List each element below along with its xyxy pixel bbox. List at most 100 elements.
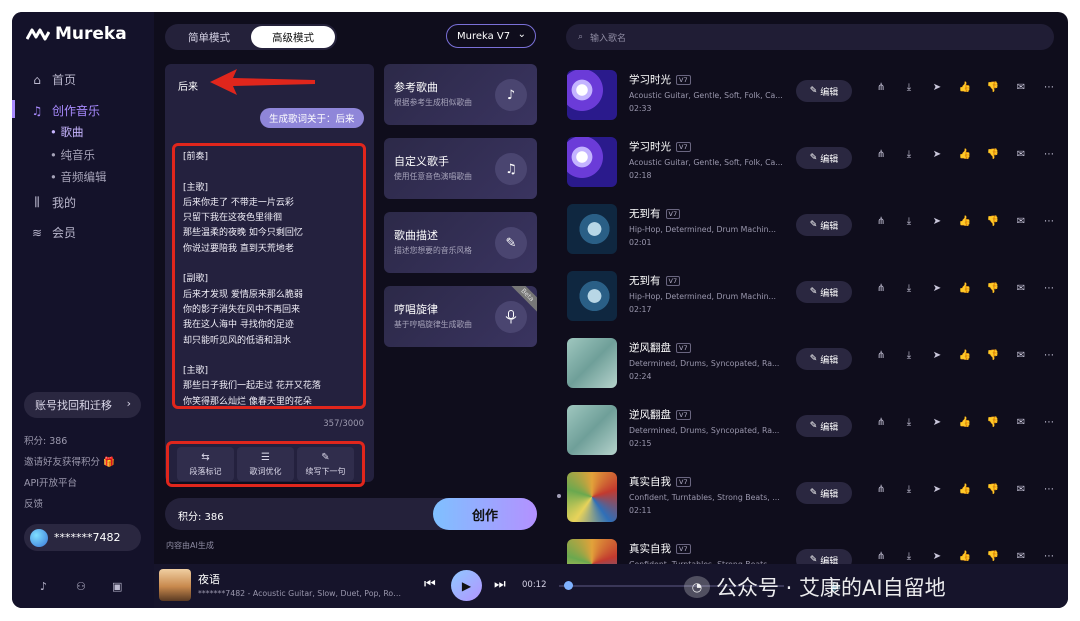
song-description-card[interactable]: 歌曲描述 描述您想要的音乐风格 ✎ <box>384 212 537 273</box>
share-icon[interactable]: ⋔ <box>874 417 888 428</box>
sidebar-item-create-music[interactable]: ♫ 创作音乐 <box>30 102 100 119</box>
song-title[interactable]: 逆风翻盘 V7 <box>629 407 691 422</box>
continue-writing-button[interactable]: ✎ 续写下一句 <box>297 447 354 481</box>
paragraph-mark-button[interactable]: ⇆ 段落标记 <box>177 447 234 481</box>
send-icon[interactable]: ➤ <box>930 82 944 93</box>
inbox-icon[interactable]: ✉ <box>1014 350 1028 361</box>
song-title[interactable]: 逆风翻盘 V7 <box>629 340 691 355</box>
download-icon[interactable]: ⤓ <box>902 149 916 160</box>
like-icon[interactable]: 👍 <box>958 283 972 294</box>
more-icon[interactable]: ⋯ <box>1042 417 1056 428</box>
song-cover[interactable] <box>567 405 617 455</box>
download-icon[interactable]: ⤓ <box>902 82 916 93</box>
more-icon[interactable]: ⋯ <box>1042 216 1056 227</box>
dislike-icon[interactable]: 👎 <box>986 484 1000 495</box>
sidebar-item-home[interactable]: ⌂ 首页 <box>30 71 76 88</box>
inbox-icon[interactable]: ✉ <box>1014 149 1028 160</box>
more-icon[interactable]: ⋯ <box>1042 484 1056 495</box>
like-icon[interactable]: 👍 <box>958 484 972 495</box>
progress-knob[interactable] <box>563 581 573 590</box>
download-icon[interactable]: ⤓ <box>902 551 916 562</box>
more-icon[interactable]: ⋯ <box>1042 82 1056 93</box>
inbox-icon[interactable]: ✉ <box>1014 82 1028 93</box>
hum-melody-card[interactable]: 哼唱旋律 基于哼唱旋律生成歌曲 Beta <box>384 286 537 347</box>
share-icon[interactable]: ⋔ <box>874 216 888 227</box>
share-icon[interactable]: ⋔ <box>874 551 888 562</box>
like-icon[interactable]: 👍 <box>958 417 972 428</box>
download-icon[interactable]: ⤓ <box>902 350 916 361</box>
sidebar-item-mine[interactable]: ⫼ 我的 <box>30 194 76 211</box>
like-icon[interactable]: 👍 <box>958 216 972 227</box>
reference-song-card[interactable]: 参考歌曲 根据参考生成相似歌曲 ♪ <box>384 64 537 125</box>
song-cover[interactable] <box>567 70 617 120</box>
share-icon[interactable]: ⋔ <box>874 82 888 93</box>
inbox-icon[interactable]: ✉ <box>1014 484 1028 495</box>
edit-button[interactable]: ✎ 编辑 <box>796 482 852 504</box>
song-row[interactable]: 逆风翻盘 V7 Determined, Drums, Syncopated, Ra.… <box>566 334 1056 396</box>
model-select[interactable]: Mureka V7 ⌄ <box>446 24 536 48</box>
send-icon[interactable]: ➤ <box>930 417 944 428</box>
subnav-item-songs[interactable]: • 歌曲 <box>50 124 83 140</box>
song-title[interactable]: 真实自我 V7 <box>629 474 691 489</box>
edit-button[interactable]: ✎ 编辑 <box>796 80 852 102</box>
song-row[interactable]: 学习时光 V7 Acoustic Guitar, Gentle, Soft, Fol… <box>566 133 1056 195</box>
song-cover[interactable] <box>567 271 617 321</box>
edit-button[interactable]: ✎ 编辑 <box>796 214 852 236</box>
download-icon[interactable]: ⤓ <box>902 216 916 227</box>
song-title[interactable]: 真实自我 V7 <box>629 541 691 556</box>
share-icon[interactable]: ⋔ <box>874 350 888 361</box>
like-icon[interactable]: 👍 <box>958 82 972 93</box>
more-icon[interactable]: ⋯ <box>1042 283 1056 294</box>
dislike-icon[interactable]: 👎 <box>986 216 1000 227</box>
custom-singer-card[interactable]: 自定义歌手 使用任意音色演唱歌曲 ♫ <box>384 138 537 199</box>
dislike-icon[interactable]: 👎 <box>986 350 1000 361</box>
download-icon[interactable]: ⤓ <box>902 484 916 495</box>
song-title-input[interactable]: 后来 <box>178 78 198 93</box>
search-input[interactable]: 输入歌名 <box>590 31 626 44</box>
inbox-icon[interactable]: ✉ <box>1014 417 1028 428</box>
song-cover[interactable] <box>567 137 617 187</box>
song-title[interactable]: 无到有 V7 <box>629 206 681 221</box>
play-button[interactable]: ▶ <box>451 570 482 601</box>
sidebar-item-membership[interactable]: ≋ 会员 <box>30 224 76 241</box>
like-icon[interactable]: 👍 <box>958 350 972 361</box>
like-icon[interactable]: 👍 <box>958 551 972 562</box>
like-icon[interactable]: 👍 <box>958 149 972 160</box>
more-icon[interactable]: ⋯ <box>1042 350 1056 361</box>
download-icon[interactable]: ⤓ <box>902 283 916 294</box>
inbox-icon[interactable]: ✉ <box>1014 283 1028 294</box>
generate-lyrics-chip[interactable]: 生成歌词关于：后来 <box>260 108 364 128</box>
inbox-icon[interactable]: ✉ <box>1014 216 1028 227</box>
dislike-icon[interactable]: 👎 <box>986 283 1000 294</box>
subnav-item-instrumental[interactable]: • 纯音乐 <box>50 147 95 163</box>
send-icon[interactable]: ➤ <box>930 551 944 562</box>
share-icon[interactable]: ⋔ <box>874 149 888 160</box>
song-search[interactable]: ⌕ 输入歌名 <box>566 24 1054 50</box>
dislike-icon[interactable]: 👎 <box>986 149 1000 160</box>
song-cover[interactable] <box>567 338 617 388</box>
dislike-icon[interactable]: 👎 <box>986 82 1000 93</box>
bilibili-icon[interactable]: ▣ <box>112 580 122 593</box>
song-row[interactable]: 无到有 V7 Hip-Hop, Determined, Drum Machin...… <box>566 200 1056 262</box>
song-row[interactable]: 真实自我 V7 Confident, Turntables, Strong Beat… <box>557 468 1056 530</box>
tiktok-icon[interactable]: ♪ <box>40 580 47 593</box>
song-cover[interactable] <box>567 472 617 522</box>
advanced-mode-tab[interactable]: 高级模式 <box>251 26 335 48</box>
song-title[interactable]: 学习时光 V7 <box>629 139 691 154</box>
share-icon[interactable]: ⋔ <box>874 283 888 294</box>
discord-icon[interactable]: ⚇ <box>76 580 86 593</box>
simple-mode-tab[interactable]: 简单模式 <box>167 26 251 48</box>
inbox-icon[interactable]: ✉ <box>1014 551 1028 562</box>
send-icon[interactable]: ➤ <box>930 484 944 495</box>
song-row[interactable]: 逆风翻盘 V7 Determined, Drums, Syncopated, Ra.… <box>566 401 1056 463</box>
more-icon[interactable]: ⋯ <box>1042 551 1056 562</box>
edit-button[interactable]: ✎ 编辑 <box>796 415 852 437</box>
api-platform-link[interactable]: API开放平台 <box>24 475 77 489</box>
lyrics-textarea[interactable]: [前奏] [主歌] 后来你走了 不带走一片云彩 只留下我在这夜色里徘徊 那些温柔… <box>172 143 366 409</box>
feedback-link[interactable]: 反馈 <box>24 496 43 510</box>
song-row[interactable]: 学习时光 V7 Acoustic Guitar, Gentle, Soft, Fol… <box>566 66 1056 128</box>
optimize-lyrics-button[interactable]: ☰ 歌词优化 <box>237 447 294 481</box>
song-cover[interactable] <box>567 204 617 254</box>
edit-button[interactable]: ✎ 编辑 <box>796 281 852 303</box>
send-icon[interactable]: ➤ <box>930 350 944 361</box>
